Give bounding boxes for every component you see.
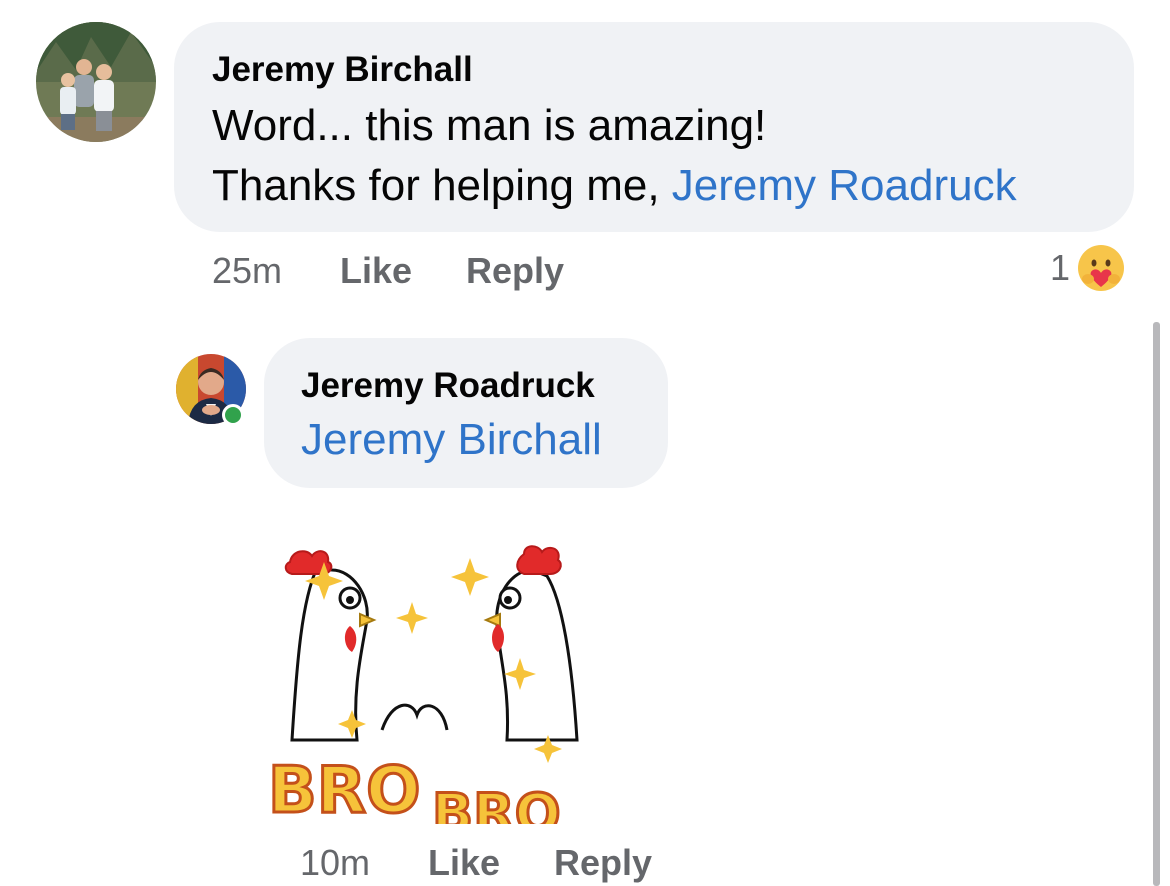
reply-mention-link[interactable]: Jeremy Birchall — [301, 410, 602, 470]
reaction-summary[interactable]: 1 — [1050, 242, 1126, 294]
reaction-count: 1 — [1050, 247, 1071, 288]
reply-reply-button[interactable]: Reply — [554, 842, 652, 884]
online-status-dot — [222, 404, 244, 426]
sticker-text-right: BRO — [432, 782, 561, 824]
comment-text-prefix: Thanks for helping me, — [212, 161, 672, 210]
avatar-jeremy-roadruck-wrap[interactable] — [176, 354, 248, 426]
reply-like-button[interactable]: Like — [428, 842, 500, 884]
scrollbar[interactable] — [1153, 322, 1160, 886]
comment-bubble: Jeremy Birchall Word... this man is amaz… — [174, 22, 1134, 232]
comment-text: Word... this man is amazing! Thanks for … — [212, 96, 1017, 216]
mention-link[interactable]: Jeremy Roadruck — [672, 161, 1017, 210]
comment-line-2: Thanks for helping me, Jeremy Roadruck — [212, 156, 1017, 216]
reply-author[interactable]: Jeremy Roadruck — [301, 366, 595, 406]
sticker-text-left: BRO — [268, 754, 420, 824]
reply-timestamp: 10m — [300, 842, 371, 883]
like-button[interactable]: Like — [340, 250, 412, 292]
comment-line-1: Word... this man is amazing! — [212, 101, 767, 150]
comment-author[interactable]: Jeremy Birchall — [212, 50, 473, 90]
reply-bubble: Jeremy Roadruck Jeremy Birchall — [264, 338, 668, 488]
comment-timestamp: 25m — [212, 250, 283, 291]
bro-chickens-sticker[interactable]: BRO BRO — [262, 540, 598, 824]
avatar-jeremy-birchall[interactable] — [36, 22, 156, 142]
reply-button[interactable]: Reply — [466, 250, 564, 292]
care-emoji-icon — [1076, 243, 1126, 293]
